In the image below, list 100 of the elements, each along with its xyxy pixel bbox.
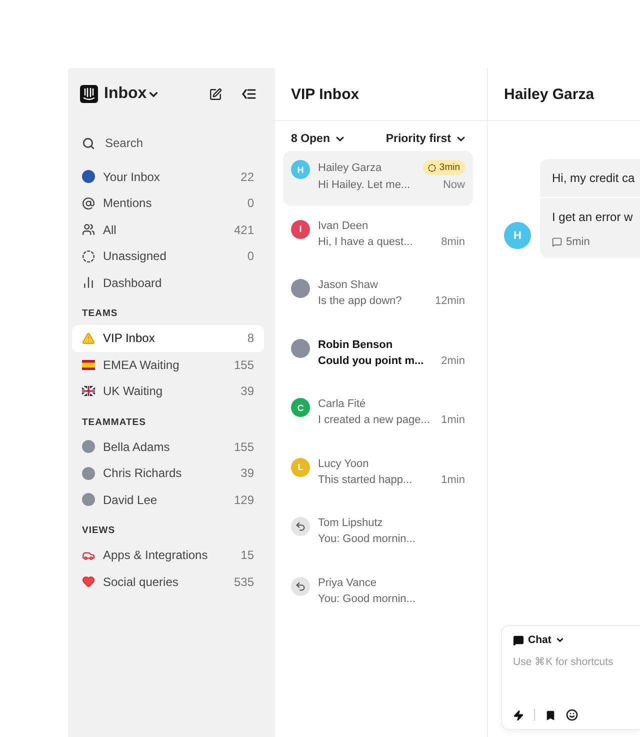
item-count: 129 bbox=[234, 492, 254, 507]
chat-bubble-icon bbox=[552, 237, 562, 247]
search-icon bbox=[82, 136, 95, 150]
chat-bubble-icon bbox=[513, 634, 524, 646]
contact-name: Lucy Yoon bbox=[318, 458, 369, 470]
message-text: I get an error w bbox=[551, 209, 634, 226]
avatar-placeholder bbox=[82, 466, 95, 480]
avatar-placeholder bbox=[82, 440, 95, 454]
conversation-title: Hailey Garza bbox=[504, 86, 594, 102]
sidebar-item[interactable]: Bella Adams 155 bbox=[72, 434, 264, 460]
item-count: 0 bbox=[247, 249, 254, 264]
conversation-item[interactable]: L Lucy Yoon This started happ... 1min bbox=[283, 448, 473, 503]
letter-avatar: C bbox=[291, 398, 310, 417]
conversation-item[interactable]: I Ivan Deen Hi, I have a quest... 8min bbox=[283, 210, 473, 265]
emoji-icon[interactable] bbox=[566, 709, 578, 721]
message-time: Now bbox=[442, 179, 465, 191]
avatar-placeholder bbox=[82, 493, 95, 506]
warning-icon bbox=[82, 332, 95, 345]
heart-icon bbox=[82, 575, 95, 588]
panel-title: VIP Inbox bbox=[291, 86, 360, 102]
contact-name: Hailey Garza bbox=[318, 162, 382, 174]
conversation-item[interactable]: Jason Shaw Is the app down? 12min bbox=[283, 270, 473, 324]
sidebar-item[interactable]: UK Waiting 39 bbox=[72, 378, 264, 404]
conversation-item[interactable]: C Carla Fité I created a new page... 1min bbox=[283, 389, 473, 444]
unassigned-icon bbox=[82, 250, 95, 263]
contact-name: Carla Fité bbox=[318, 398, 366, 410]
message-time: 1min bbox=[441, 474, 465, 486]
status-filter[interactable]: 8 Open bbox=[291, 133, 346, 145]
item-count: 39 bbox=[240, 384, 254, 398]
sort-dropdown[interactable]: Priority first bbox=[386, 133, 467, 145]
chevron-down-icon bbox=[555, 635, 566, 645]
bar-chart-icon bbox=[82, 276, 95, 290]
sidebar-item[interactable]: Your Inbox 22 bbox=[72, 164, 264, 190]
avatar-placeholder bbox=[291, 338, 310, 358]
conversation-item[interactable]: H Hailey Garza 3min Hi Hailey. Let me... Now bbox=[283, 151, 473, 206]
item-count: 0 bbox=[247, 196, 254, 210]
message-preview: This started happ... bbox=[318, 474, 412, 486]
chat-mode-dropdown[interactable]: Chat bbox=[513, 634, 629, 646]
sidebar-item[interactable]: Dashboard bbox=[72, 270, 264, 296]
sidebar-item[interactable]: Social queries 535 bbox=[72, 568, 264, 595]
bookmark-icon[interactable] bbox=[545, 710, 556, 720]
reply-icon bbox=[295, 521, 306, 532]
letter-avatar: L bbox=[291, 458, 310, 476]
letter-avatar: I bbox=[291, 220, 310, 238]
timer-icon bbox=[428, 164, 436, 172]
conversation-item[interactable]: Tom Lipshutz You: Good mornin... bbox=[283, 508, 473, 562]
avatar-placeholder bbox=[291, 279, 310, 298]
sidebar-item[interactable]: VIP Inbox 8 bbox=[72, 325, 264, 352]
contact-name: Tom Lipshutz bbox=[318, 517, 383, 529]
inbox-menu[interactable]: Inbox bbox=[104, 85, 160, 103]
message-preview: Could you point m... bbox=[318, 354, 424, 366]
message-preview: You: Good mornin... bbox=[318, 592, 416, 604]
uk-flag-icon bbox=[82, 386, 95, 396]
sidebar-item[interactable]: Mentions 0 bbox=[72, 190, 264, 216]
avatar-icon bbox=[82, 170, 95, 184]
message-preview: Hi, I have a quest... bbox=[318, 236, 413, 248]
reply-icon bbox=[295, 580, 306, 592]
section-heading: TEAMS bbox=[81, 307, 119, 321]
lightning-icon[interactable] bbox=[513, 710, 524, 720]
conversation-item[interactable]: Priya Vance You: Good mornin... bbox=[283, 568, 473, 622]
contact-name: Priya Vance bbox=[318, 576, 376, 588]
wait-time-badge: 3min bbox=[423, 160, 465, 175]
message-preview: You: Good mornin... bbox=[318, 533, 416, 545]
conversation-item[interactable]: Robin Benson Could you point m... 2min bbox=[283, 330, 473, 384]
item-count: 421 bbox=[234, 222, 254, 237]
section-heading: VIEWS bbox=[81, 524, 116, 538]
message-meta: 5min bbox=[540, 236, 640, 258]
sidebar-item[interactable]: Apps & Integrations 15 bbox=[72, 542, 264, 568]
message-time: 2min bbox=[441, 354, 465, 366]
sidebar-item[interactable]: David Lee 129 bbox=[72, 486, 264, 513]
contact-name: Jason Shaw bbox=[318, 279, 378, 291]
item-count: 15 bbox=[240, 548, 254, 562]
search-field[interactable]: Search bbox=[103, 135, 247, 152]
compose-button[interactable] bbox=[209, 88, 222, 100]
item-count: 8 bbox=[247, 331, 254, 346]
sidebar-item[interactable]: All 421 bbox=[72, 216, 264, 243]
spain-flag-icon bbox=[82, 360, 95, 370]
collapse-sidebar-icon[interactable] bbox=[242, 88, 256, 100]
message-time: 1min bbox=[441, 414, 465, 426]
item-count: 39 bbox=[240, 466, 254, 480]
sidebar-item[interactable]: EMEA Waiting 155 bbox=[72, 352, 264, 378]
message-preview: I created a new page... bbox=[318, 414, 430, 426]
message-text: Hi, my credit ca bbox=[551, 170, 636, 187]
item-count: 155 bbox=[234, 358, 254, 372]
contact-name: Robin Benson bbox=[318, 338, 393, 350]
section-heading: TEAMMATES bbox=[81, 416, 147, 430]
item-count: 535 bbox=[234, 574, 254, 589]
people-icon bbox=[82, 223, 95, 236]
at-sign-icon bbox=[82, 196, 95, 210]
sidebar-item[interactable]: Unassigned 0 bbox=[72, 243, 264, 270]
message-time: 8min bbox=[441, 236, 465, 248]
contact-name: Ivan Deen bbox=[318, 220, 368, 232]
item-count: 155 bbox=[234, 440, 254, 454]
message-preview: Hi Hailey. Let me... bbox=[318, 179, 410, 191]
letter-avatar: H bbox=[291, 160, 310, 179]
letter-avatar: H bbox=[504, 222, 531, 249]
sidebar-item[interactable]: Chris Richards 39 bbox=[72, 460, 264, 486]
item-count: 22 bbox=[240, 170, 254, 184]
logo-icon bbox=[80, 85, 98, 103]
message-time: 12min bbox=[435, 295, 465, 307]
